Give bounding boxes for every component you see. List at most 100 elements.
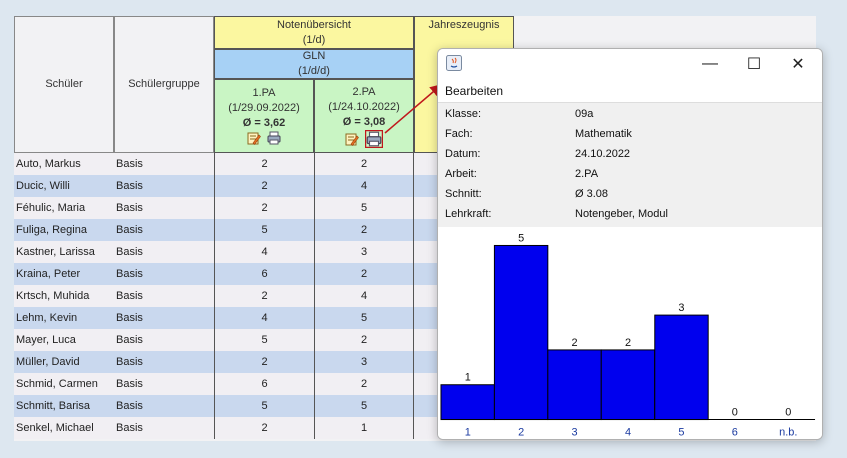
dialog-menubar: Bearbeiten [438, 81, 822, 101]
gln-label: GLN [302, 50, 326, 62]
java-app-icon [446, 55, 462, 71]
tick-label-3: 3 [572, 426, 578, 438]
dialog-titlebar[interactable]: — ☐ ✕ [438, 49, 822, 79]
cell-pa2[interactable]: 2 [314, 263, 414, 285]
cell-name: Auto, Markus [16, 158, 81, 170]
pa2-title: 2.PA [352, 85, 376, 98]
minimize-icon: — [702, 55, 718, 72]
info-value: Notengeber, Modul [575, 208, 668, 220]
header-gln[interactable]: GLN (1/d/d) [214, 49, 414, 79]
pa2-average: Ø = 3,08 [342, 115, 386, 128]
header-pa1[interactable]: 1.PA (1/29.09.2022) Ø = 3,62 [214, 79, 314, 153]
cell-pa2[interactable]: 5 [314, 197, 414, 219]
value-label-n.b.: 0 [785, 407, 791, 419]
cell-group: Basis [116, 180, 143, 192]
cell-name: Lehm, Kevin [16, 312, 78, 324]
info-label: Klasse: [445, 108, 482, 120]
statistics-dialog: — ☐ ✕ Bearbeiten Klasse: 09a Fach: Mathemat… [437, 48, 823, 440]
cell-pa1[interactable]: 2 [214, 153, 314, 175]
pa1-average: Ø = 3,62 [242, 117, 286, 129]
cell-pa2[interactable]: 4 [314, 285, 414, 307]
print-icon-highlighted[interactable] [364, 129, 383, 148]
cell-group: Basis [116, 224, 143, 236]
cell-pa2[interactable]: 4 [314, 175, 414, 197]
cell-name: Mayer, Luca [16, 334, 76, 346]
cell-pa1[interactable]: 5 [214, 219, 314, 241]
bar-3 [547, 349, 602, 421]
header-group-label: Schülergruppe [128, 78, 200, 90]
header-pa2[interactable]: 2.PA (1/24.10.2022) Ø = 3,08 [314, 79, 414, 153]
cell-pa2[interactable]: 1 [314, 417, 414, 439]
value-label-3: 2 [572, 337, 578, 349]
bar-5 [654, 314, 709, 421]
cell-name: Müller, David [16, 356, 80, 368]
close-button[interactable]: ✕ [776, 49, 820, 79]
cell-pa1[interactable]: 4 [214, 307, 314, 329]
cell-pa1[interactable]: 5 [214, 329, 314, 351]
cell-pa2[interactable]: 5 [314, 307, 414, 329]
tick-label-2: 2 [518, 426, 524, 438]
cell-pa2[interactable]: 2 [314, 153, 414, 175]
menu-edit[interactable]: Bearbeiten [445, 84, 503, 98]
tick-label-5: 5 [678, 426, 684, 438]
cell-pa1[interactable]: 2 [214, 285, 314, 307]
cell-group: Basis [116, 312, 143, 324]
value-label-6: 0 [732, 407, 738, 419]
print-icon[interactable] [267, 131, 281, 145]
tick-label-4: 4 [625, 426, 631, 438]
cell-name: Schmitt, Barisa [16, 400, 90, 412]
cell-name: Ducic, Willi [16, 180, 70, 192]
info-value: Ø 3.08 [575, 188, 609, 200]
info-row: Fach: Mathematik [445, 124, 632, 144]
close-icon: ✕ [791, 56, 805, 73]
info-value: 24.10.2022 [575, 148, 631, 160]
cell-pa1[interactable]: 6 [214, 373, 314, 395]
pa2-icons [344, 129, 383, 148]
tick-label-1: 1 [465, 426, 471, 438]
value-label-5: 3 [678, 302, 684, 314]
cell-pa1[interactable]: 5 [214, 395, 314, 417]
value-label-4: 2 [625, 337, 631, 349]
cell-pa2[interactable]: 5 [314, 395, 414, 417]
cell-pa1[interactable]: 2 [214, 351, 314, 373]
value-label-1: 1 [465, 372, 471, 384]
cell-pa1[interactable]: 2 [214, 197, 314, 219]
cell-pa2[interactable]: 2 [314, 329, 414, 351]
bar-2 [493, 244, 549, 421]
header-student-label: Schüler [45, 78, 83, 90]
info-value: Mathematik [575, 128, 632, 140]
info-row: Datum: 24.10.2022 [445, 144, 630, 164]
cell-group: Basis [116, 378, 143, 390]
cell-group: Basis [116, 158, 143, 170]
minimize-button[interactable]: — [688, 49, 732, 79]
cell-name: Féhulic, Maria [16, 202, 86, 214]
info-panel: Klasse: 09a Fach: Mathematik Datum: 24.10.202… [438, 102, 822, 228]
maximize-button[interactable]: ☐ [732, 49, 776, 79]
edit-icon[interactable] [247, 131, 262, 146]
cell-pa2[interactable]: 2 [314, 219, 414, 241]
cell-name: Krtsch, Muhida [16, 290, 90, 302]
tick-label-6: 6 [732, 426, 738, 438]
cell-pa2[interactable]: 3 [314, 241, 414, 263]
info-row: Klasse: 09a [445, 104, 593, 124]
header-notenuebersicht[interactable]: Notenübersicht (1/d) [214, 16, 414, 49]
cell-group: Basis [116, 334, 143, 346]
info-row: Schnitt: Ø 3.08 [445, 184, 608, 204]
grade-distribution-chart: 1 1 5 2 2 3 2 4 3 5 0 6 0 n.b. [438, 227, 822, 439]
cell-pa2[interactable]: 3 [314, 351, 414, 373]
pa2-date: (1/24.10.2022) [328, 100, 400, 113]
cell-pa1[interactable]: 2 [214, 417, 314, 439]
info-row: Arbeit: 2.PA [445, 164, 598, 184]
pa1-title: 1.PA [252, 87, 276, 99]
cell-pa1[interactable]: 6 [214, 263, 314, 285]
header-group[interactable]: Schülergruppe [114, 16, 214, 153]
maximize-icon: ☐ [746, 56, 762, 73]
header-student[interactable]: Schüler [14, 16, 114, 153]
cell-group: Basis [116, 246, 143, 258]
cell-group: Basis [116, 400, 143, 412]
edit-icon[interactable] [345, 132, 360, 146]
info-label: Arbeit: [445, 168, 477, 180]
cell-pa1[interactable]: 2 [214, 175, 314, 197]
cell-pa2[interactable]: 2 [314, 373, 414, 395]
cell-pa1[interactable]: 4 [214, 241, 314, 263]
